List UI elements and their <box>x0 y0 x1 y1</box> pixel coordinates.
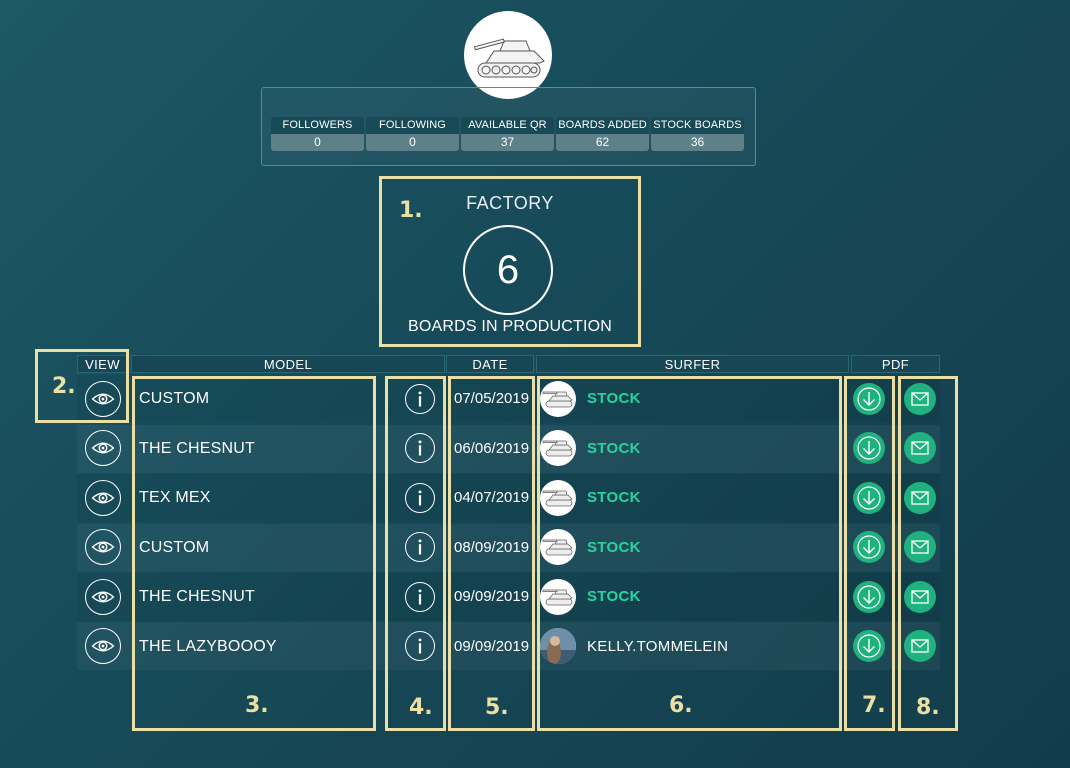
stat-label: AVAILABLE QR <box>461 117 554 134</box>
annotation-number: 4. <box>409 695 433 720</box>
header-surfer: SURFER <box>536 355 849 373</box>
annotation-number: 8. <box>916 695 940 720</box>
stat-value: 36 <box>651 134 744 151</box>
eye-icon <box>91 492 115 504</box>
stats-panel: FOLLOWERS 0 FOLLOWING 0 AVAILABLE QR 37 … <box>261 87 756 166</box>
stat-value: 0 <box>271 134 364 151</box>
tank-icon <box>473 38 545 78</box>
stat-boards-added[interactable]: BOARDS ADDED 62 <box>556 117 649 152</box>
annotation-box-email <box>898 376 958 731</box>
stat-available-qr[interactable]: AVAILABLE QR 37 <box>461 117 554 152</box>
annotation-number: 7. <box>862 693 886 718</box>
view-button[interactable] <box>85 480 121 516</box>
stat-label: BOARDS ADDED <box>556 117 649 134</box>
annotation-number: 6. <box>669 693 693 718</box>
view-button[interactable] <box>85 579 121 615</box>
stat-followers[interactable]: FOLLOWERS 0 <box>271 117 364 152</box>
header-date: DATE <box>446 355 534 373</box>
annotation-number: 5. <box>485 695 509 720</box>
header-model: MODEL <box>131 355 445 373</box>
view-button[interactable] <box>85 529 121 565</box>
annotation-box-info <box>385 376 446 731</box>
annotation-number: 2. <box>52 374 76 399</box>
stat-label: FOLLOWERS <box>271 117 364 134</box>
header-pdf: PDF <box>851 355 940 373</box>
annotation-box-surfer <box>537 376 842 731</box>
eye-icon <box>91 442 115 454</box>
stat-value: 62 <box>556 134 649 151</box>
factory-count: 6 <box>463 225 553 315</box>
view-button[interactable] <box>85 628 121 664</box>
eye-icon <box>91 591 115 603</box>
view-button[interactable] <box>85 430 121 466</box>
stat-value: 0 <box>366 134 459 151</box>
annotation-box-pdf <box>844 376 895 731</box>
annotation-box-view <box>35 349 129 423</box>
stat-label: STOCK BOARDS <box>651 117 744 134</box>
factory-title: FACTORY <box>466 193 554 213</box>
eye-icon <box>91 640 115 652</box>
annotation-box-model <box>132 376 376 731</box>
eye-icon <box>91 541 115 553</box>
factory-subtitle: BOARDS IN PRODUCTION <box>407 318 612 335</box>
annotation-number: 3. <box>245 693 269 718</box>
stat-stock-boards[interactable]: STOCK BOARDS 36 <box>651 117 744 152</box>
profile-avatar <box>464 11 552 99</box>
stat-label: FOLLOWING <box>366 117 459 134</box>
stat-following[interactable]: FOLLOWING 0 <box>366 117 459 152</box>
stat-value: 37 <box>461 134 554 151</box>
annotation-box-date <box>448 376 535 731</box>
